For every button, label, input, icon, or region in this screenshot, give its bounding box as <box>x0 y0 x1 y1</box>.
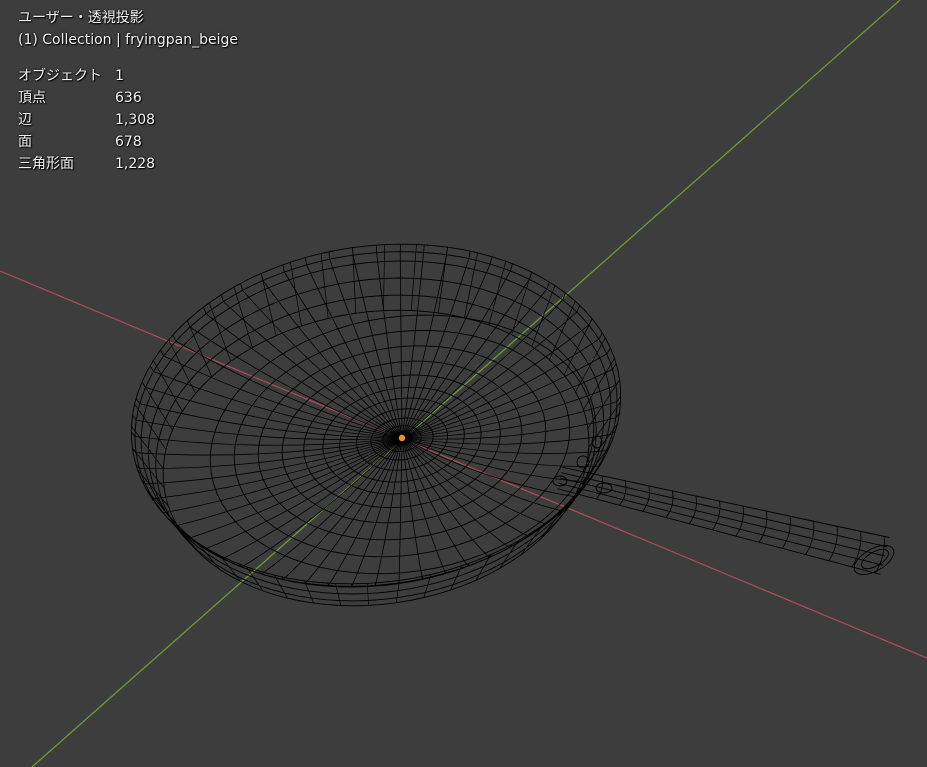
pan-wall-edge <box>159 509 189 542</box>
pan-wall-edge <box>134 403 167 450</box>
y-axis-line <box>31 0 901 767</box>
pan-wall-edge <box>383 244 385 311</box>
stat-label: オブジェクト <box>18 68 102 84</box>
handle-rivet <box>591 435 603 449</box>
pan-radial-edge <box>132 414 403 440</box>
3d-viewport[interactable]: ユーザー・透視投影 (1) Collection | fryingpan_bei… <box>0 0 927 767</box>
handle-edge <box>557 488 881 575</box>
pan-wall-edge <box>488 261 507 326</box>
handle-edge <box>561 472 888 548</box>
pan-wall-edge <box>233 286 253 348</box>
pan-wall-edge <box>352 247 357 314</box>
pan-wall-edge <box>131 425 164 469</box>
pan-wall-ring <box>155 294 597 602</box>
handle-end-hole <box>861 548 889 570</box>
pan-radial-edge <box>401 263 513 439</box>
pan-wall-edge <box>511 272 533 335</box>
view-mode-title: ユーザー・透視投影 <box>18 10 144 26</box>
pan-wall-edge <box>437 247 448 313</box>
pan-wall-edge <box>563 318 593 376</box>
stat-value: 636 <box>115 90 142 106</box>
object-origin-point[interactable] <box>398 434 406 442</box>
stat-label: 頂点 <box>18 90 46 106</box>
stat-value: 678 <box>115 134 142 150</box>
stat-value: 1,308 <box>115 112 156 128</box>
stat-label: 面 <box>18 134 32 150</box>
pan-wall-edge <box>168 339 196 394</box>
pan-wall-edge <box>260 273 277 336</box>
active-collection-label: (1) Collection | fryingpan_beige <box>18 32 238 48</box>
stat-label: 辺 <box>18 112 32 128</box>
stat-value: 1,228 <box>115 156 156 172</box>
pan-wall-edge <box>176 526 203 557</box>
pan-wall-edge <box>410 244 417 311</box>
pan-wall-edge <box>583 358 615 410</box>
stat-label: 三角形面 <box>18 156 74 172</box>
frying-pan-wireframe[interactable] <box>130 243 898 607</box>
pan-wall-edge <box>152 360 183 412</box>
pan-radial-edge <box>401 363 617 439</box>
pan-radial-edge <box>305 257 403 439</box>
stat-value: 1 <box>115 68 124 84</box>
handle-end-cap <box>853 544 895 576</box>
handle-rivet <box>552 475 568 487</box>
pan-radial-edge <box>401 305 581 439</box>
pan-wall-edge <box>146 489 177 525</box>
x-axis-line <box>0 270 927 659</box>
pan-wall-ring <box>162 309 590 607</box>
pan-radial-edge <box>401 318 593 439</box>
pan-radial-edge <box>239 437 403 568</box>
pan-wall-edge <box>575 337 606 392</box>
pan-radial-edge <box>130 431 403 446</box>
handle-rivet <box>595 482 613 494</box>
